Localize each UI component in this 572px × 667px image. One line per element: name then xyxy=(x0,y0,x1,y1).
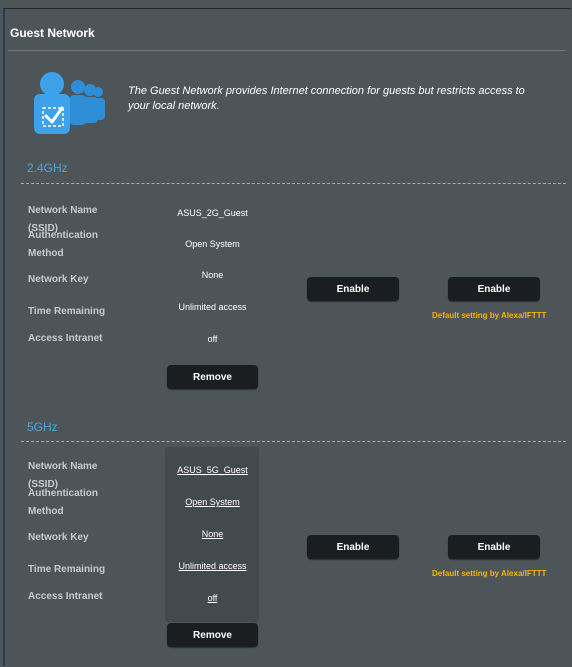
ssid-value-2g: ASUS_2G_Guest xyxy=(177,208,248,218)
alexa-default-note-2g: Default setting by Alexa/IFTTT xyxy=(432,311,547,320)
time-value-2g: Unlimited access xyxy=(178,302,247,312)
remove-button-2g[interactable]: Remove xyxy=(167,365,258,389)
label-intranet-2g: Access Intranet xyxy=(28,333,103,344)
guest-network-description: The Guest Network provides Internet conn… xyxy=(128,85,525,112)
auth-link-5g[interactable]: Open System xyxy=(165,496,260,508)
page-title: Guest Network xyxy=(10,26,95,40)
band-heading-5g: 5GHz xyxy=(27,420,58,434)
auth-value-2g: Open System xyxy=(185,239,240,249)
enable-alexa-button-2g[interactable]: Enable xyxy=(448,277,540,301)
intranet-link-5g[interactable]: off xyxy=(165,592,260,604)
key-value-2g: None xyxy=(201,270,224,280)
ssid-link-5g[interactable]: ASUS_5G_Guest xyxy=(165,464,260,476)
remove-button-5g[interactable]: Remove xyxy=(167,623,258,647)
intranet-value-2g: off xyxy=(207,334,218,344)
alexa-default-note-5g: Default setting by Alexa/IFTTT xyxy=(432,569,547,578)
band-divider-2g xyxy=(21,183,566,184)
time-link-5g[interactable]: Unlimited access xyxy=(165,560,260,572)
key-link-5g[interactable]: None xyxy=(165,528,260,540)
label-intranet-5g: Access Intranet xyxy=(28,591,103,602)
enable-button-5g[interactable]: Enable xyxy=(307,535,399,559)
label-time-5g: Time Remaining xyxy=(28,564,106,575)
band-divider-5g xyxy=(21,441,566,442)
enable-button-2g[interactable]: Enable xyxy=(307,277,399,301)
label-key-5g: Network Key xyxy=(28,532,89,543)
title-divider xyxy=(8,50,566,51)
guest-users-icon xyxy=(34,72,105,134)
label-key-2g: Network Key xyxy=(28,274,89,285)
band-heading-2g: 2.4GHz xyxy=(27,161,68,175)
label-auth-2g: Authentication Method xyxy=(28,230,98,259)
enable-alexa-button-5g[interactable]: Enable xyxy=(448,535,540,559)
label-time-2g: Time Remaining xyxy=(28,306,106,317)
label-auth-5g: Authentication Method xyxy=(28,488,98,517)
